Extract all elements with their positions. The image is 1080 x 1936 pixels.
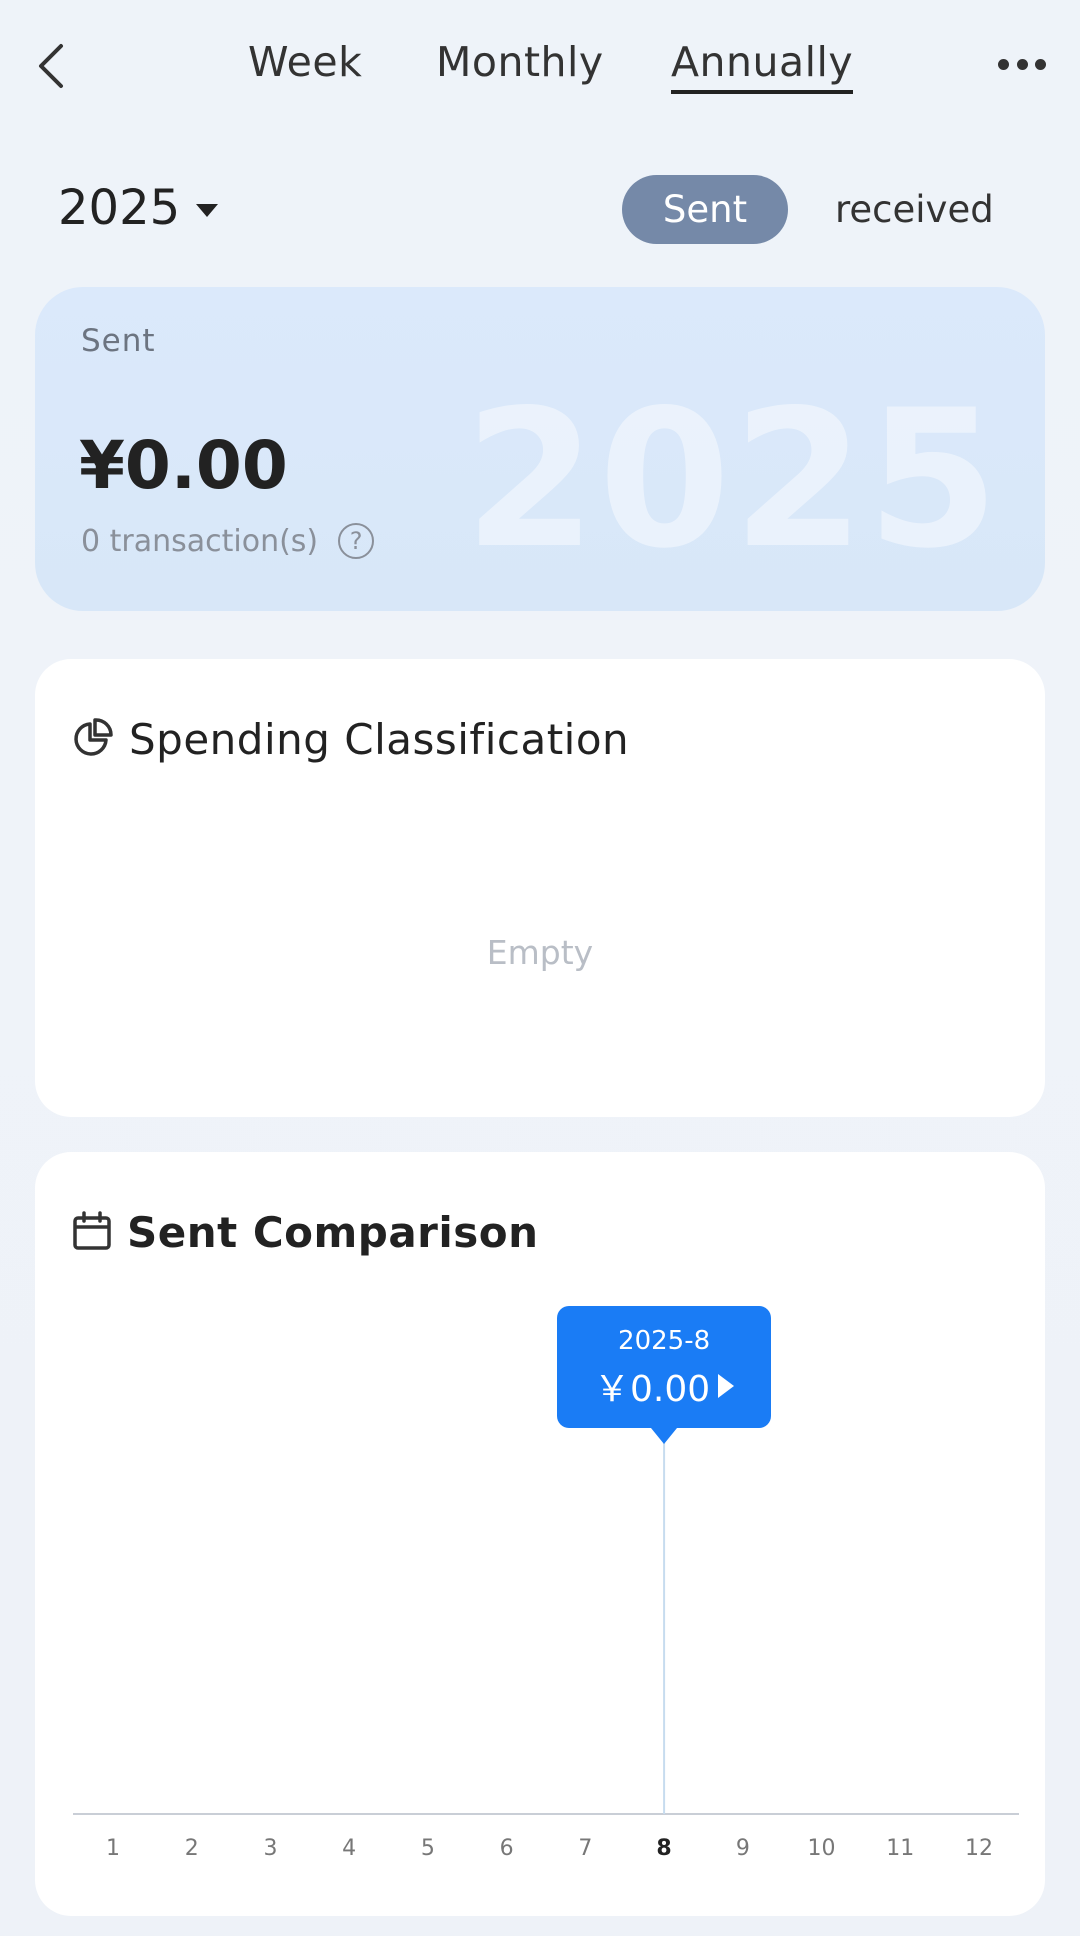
tab-annually[interactable]: Annually (671, 38, 854, 94)
tooltip-date: 2025-8 (618, 1326, 711, 1356)
caret-down-icon (196, 203, 219, 217)
year-dropdown[interactable]: 2025 (58, 180, 219, 236)
total-amount: ¥0.00 (79, 427, 288, 504)
pie-chart-icon (71, 716, 115, 764)
help-icon[interactable]: ? (338, 523, 375, 559)
x-tick-label: 2 (185, 1836, 199, 1861)
comparison-chart[interactable]: 1 2 3 4 5 6 7 8 9 10 11 12 (35, 1152, 1045, 1923)
x-tick-label: 9 (736, 1836, 750, 1861)
play-arrow-icon (718, 1374, 735, 1398)
x-tick-label: 12 (965, 1836, 993, 1861)
x-tick-label: 3 (263, 1836, 277, 1861)
received-toggle-button[interactable]: received (835, 188, 994, 231)
x-tick-label: 5 (421, 1836, 435, 1861)
spending-classification-card: Spending Classification Empty (35, 659, 1045, 1117)
year-watermark: 2025 (464, 369, 1001, 590)
x-tick-label: 6 (500, 1836, 514, 1861)
sent-toggle-button[interactable]: Sent (622, 175, 788, 244)
summary-label: Sent (81, 323, 156, 359)
transaction-count-text: 0 transaction(s) (81, 523, 319, 559)
summary-card: 2025 Sent ¥0.00 0 transaction(s) ? (35, 287, 1045, 611)
transaction-count: 0 transaction(s) ? (81, 523, 375, 559)
x-tick-label: 4 (342, 1836, 356, 1861)
card-title: Spending Classification (129, 715, 630, 764)
sent-comparison-card: Sent Comparison 1 2 3 4 5 6 7 8 9 10 11 12 2025-8 ￥… (35, 1152, 1045, 1916)
year-value: 2025 (58, 180, 181, 236)
x-tick-label: 7 (578, 1836, 592, 1861)
x-tick-label: 10 (808, 1836, 836, 1861)
chart-tooltip[interactable]: 2025-8 ￥0.00 (557, 1306, 772, 1444)
card-header: Spending Classification (71, 715, 629, 764)
tooltip-amount: ￥0.00 (593, 1369, 711, 1410)
tooltip-pointer (651, 1428, 678, 1444)
more-dots-icon[interactable] (998, 52, 1046, 76)
empty-state-text: Empty (486, 933, 594, 972)
tab-week[interactable]: Week (248, 38, 362, 86)
x-tick-label: 11 (886, 1836, 914, 1861)
tab-monthly[interactable]: Monthly (436, 38, 604, 86)
tooltip-value: ￥0.00 (557, 1360, 771, 1412)
top-bar: Week Monthly Annually (0, 0, 1080, 130)
x-tick-label: 8 (656, 1836, 671, 1861)
chevron-left-icon[interactable] (30, 40, 70, 92)
x-tick-label: 1 (106, 1836, 120, 1861)
